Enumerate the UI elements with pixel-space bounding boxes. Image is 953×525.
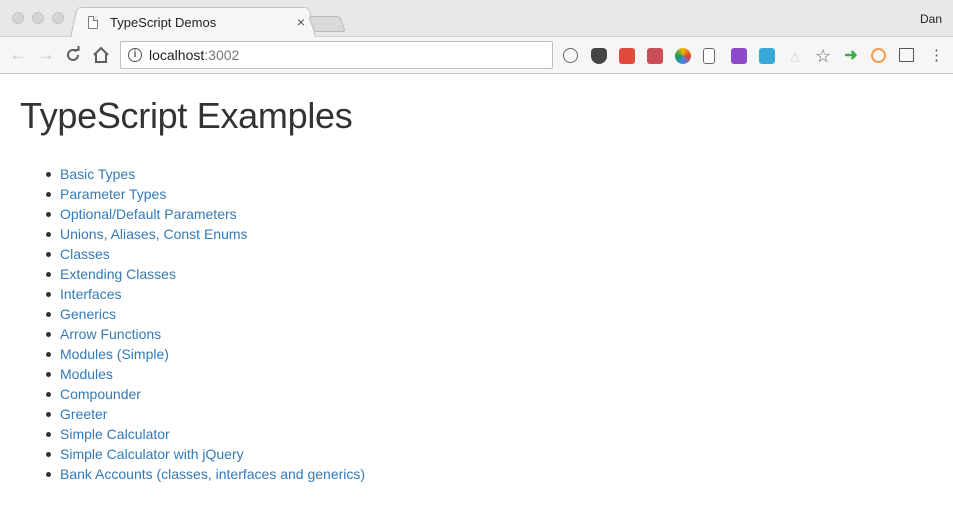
list-item: Basic Types: [40, 164, 365, 184]
new-tab-button[interactable]: [308, 16, 346, 32]
example-link[interactable]: Extending Classes: [60, 266, 176, 282]
example-link[interactable]: Parameter Types: [60, 186, 166, 202]
extension-info-icon[interactable]: [563, 48, 578, 63]
list-item: Classes: [40, 244, 365, 264]
site-info-icon[interactable]: i: [128, 48, 142, 62]
minimize-window-button[interactable]: [32, 12, 44, 24]
reload-icon[interactable]: [64, 46, 82, 64]
browser-toolbar: ← → i localhost:3002 2 △ ☆ ➜ ⋮: [0, 37, 953, 105]
extension-notify-icon[interactable]: [759, 48, 775, 64]
example-link[interactable]: Arrow Functions: [60, 326, 161, 342]
home-icon[interactable]: [92, 46, 110, 64]
tab-title: TypeScript Demos: [110, 14, 217, 30]
profile-name[interactable]: Dan: [920, 12, 942, 26]
extension-owl-icon[interactable]: [591, 48, 607, 64]
url-port: :3002: [204, 47, 240, 63]
example-link[interactable]: Optional/Default Parameters: [60, 206, 237, 222]
extension-face-icon[interactable]: [703, 48, 715, 64]
examples-list: Basic Types Parameter Types Optional/Def…: [40, 164, 365, 484]
extension-pocket-icon[interactable]: [619, 48, 635, 64]
example-link[interactable]: Modules: [60, 366, 113, 382]
list-item: Bank Accounts (classes, interfaces and g…: [40, 464, 365, 484]
extension-arrow-icon[interactable]: ➜: [843, 48, 859, 64]
page-icon: [88, 15, 98, 29]
close-window-button[interactable]: [12, 12, 24, 24]
url-host: localhost: [149, 47, 205, 63]
list-item: Modules: [40, 364, 365, 384]
example-link[interactable]: Compounder: [60, 386, 141, 402]
list-item: Arrow Functions: [40, 324, 365, 344]
list-item: Parameter Types: [40, 184, 365, 204]
list-item: Optional/Default Parameters: [40, 204, 365, 224]
list-item: Greeter: [40, 404, 365, 424]
example-link[interactable]: Modules (Simple): [60, 346, 169, 362]
extension-onenote-icon[interactable]: [731, 48, 747, 64]
example-link[interactable]: Unions, Aliases, Const Enums: [60, 226, 248, 242]
example-link[interactable]: Greeter: [60, 406, 107, 422]
example-link[interactable]: Bank Accounts (classes, interfaces and g…: [60, 466, 365, 482]
tab-close-icon[interactable]: ×: [294, 15, 308, 29]
extension-b-icon[interactable]: [871, 48, 886, 63]
extension-screen-icon[interactable]: [899, 48, 914, 62]
page-content: TypeScript Examples Basic Types Paramete…: [0, 75, 953, 525]
list-item: Simple Calculator: [40, 424, 365, 444]
example-link[interactable]: Simple Calculator: [60, 426, 170, 442]
example-link[interactable]: Basic Types: [60, 166, 135, 182]
list-item: Unions, Aliases, Const Enums: [40, 224, 365, 244]
window-titlebar: TypeScript Demos × Dan: [0, 0, 953, 38]
list-item: Compounder: [40, 384, 365, 404]
extension-color-icon[interactable]: [675, 48, 691, 64]
example-link[interactable]: Generics: [60, 306, 116, 322]
extension-triangle-icon[interactable]: △: [787, 48, 803, 64]
example-link[interactable]: Classes: [60, 246, 110, 262]
list-item: Extending Classes: [40, 264, 365, 284]
list-item: Generics: [40, 304, 365, 324]
forward-icon[interactable]: →: [37, 46, 55, 64]
list-item: Modules (Simple): [40, 344, 365, 364]
zoom-window-button[interactable]: [52, 12, 64, 24]
list-item: Interfaces: [40, 284, 365, 304]
browser-tab-content[interactable]: TypeScript Demos ×: [84, 8, 308, 36]
menu-icon[interactable]: ⋮: [929, 48, 944, 64]
page-title: TypeScript Examples: [20, 95, 353, 136]
bookmark-star-icon[interactable]: ☆: [815, 47, 831, 65]
list-item: Simple Calculator with jQuery: [40, 444, 365, 464]
example-link[interactable]: Interfaces: [60, 286, 121, 302]
back-icon[interactable]: ←: [9, 46, 27, 64]
extension-film-icon[interactable]: [647, 48, 663, 64]
example-link[interactable]: Simple Calculator with jQuery: [60, 446, 244, 462]
address-bar[interactable]: i localhost:3002: [120, 41, 553, 69]
